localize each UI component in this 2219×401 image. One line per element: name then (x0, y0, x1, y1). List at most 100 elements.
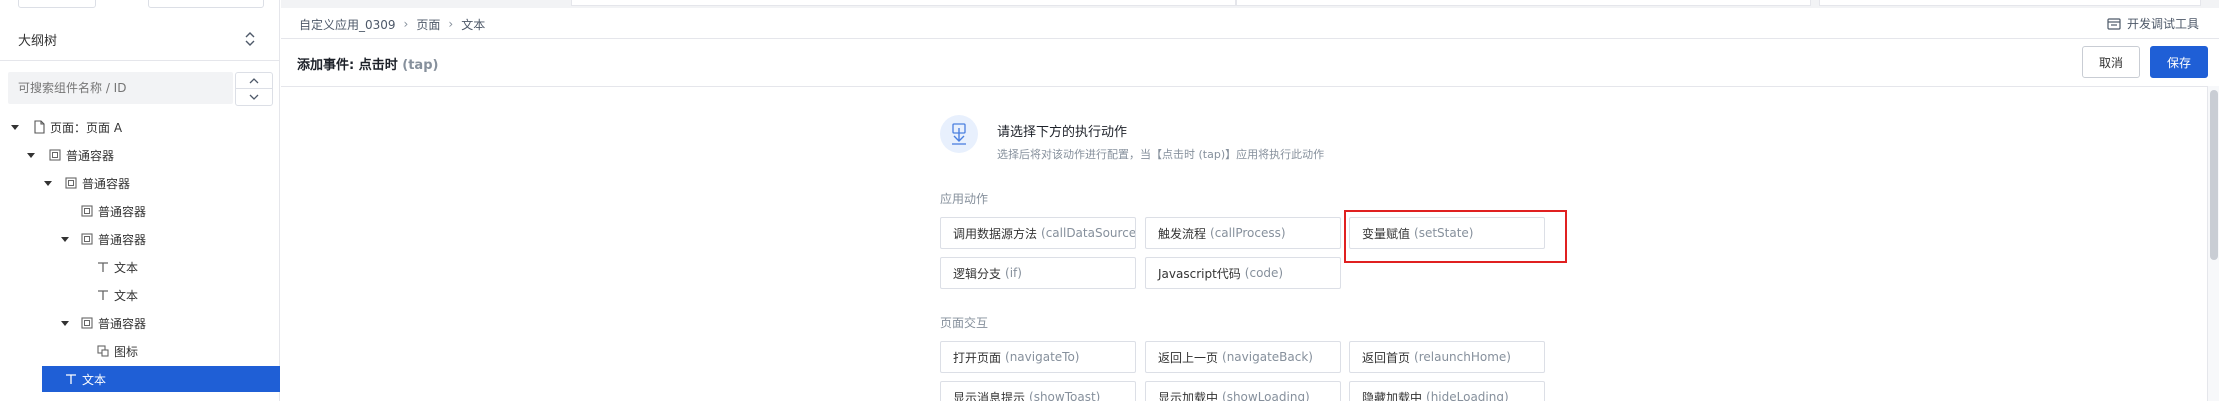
action-button[interactable]: 显示消息提示 (showToast) (940, 381, 1136, 401)
tree-node[interactable]: 普通容器 (0, 142, 280, 168)
action-code: (callDataSource) (1041, 226, 1136, 240)
action-code: (callProcess) (1210, 226, 1286, 240)
icon-component-icon (97, 345, 109, 357)
action-name: 触发流程 (1158, 226, 1207, 241)
action-code: (if) (1005, 266, 1022, 280)
breadcrumb-item-app[interactable]: 自定义应用_0309 (299, 16, 396, 33)
breadcrumb-separator-icon: › (448, 17, 454, 31)
outline-header: 大纲树 (0, 24, 280, 54)
caret-down-icon[interactable] (60, 318, 70, 328)
cancel-button[interactable]: 取消 (2082, 46, 2140, 78)
top-tab-1[interactable] (571, 0, 1236, 6)
page-icon (34, 120, 45, 134)
devtools-label: 开发调试工具 (2126, 17, 2199, 31)
action-button[interactable]: 逻辑分支 (if) (940, 257, 1136, 289)
tree-node-label: 普通容器 (98, 317, 147, 331)
expand-collapse-icon[interactable] (242, 30, 258, 48)
action-button[interactable]: 触发流程 (callProcess) (1145, 217, 1341, 249)
tree-node-label: 文本 (114, 261, 139, 275)
tree-node-label: 文本 (82, 373, 107, 387)
caret-down-icon[interactable] (43, 178, 53, 188)
tree-node-label: 页面：页面 A (50, 121, 123, 135)
container-icon (49, 149, 61, 161)
tree-node-label: 文本 (114, 289, 139, 303)
top-tab-strip (281, 0, 2219, 8)
action-button[interactable]: 显示加载中 (showLoading) (1145, 381, 1341, 401)
tree-node[interactable]: 图标 (0, 338, 280, 364)
action-code: (navigateTo) (1005, 350, 1080, 364)
tree-node[interactable]: 普通容器 (0, 170, 280, 196)
tree-node[interactable]: 普通容器 (0, 226, 280, 252)
action-name: 隐藏加载中 (1362, 390, 1423, 401)
scrollbar[interactable] (2207, 86, 2219, 401)
action-button[interactable]: Javascript代码 (code) (1145, 257, 1341, 289)
hint-subtitle: 选择后将对该动作进行配置，当【点击时 (tap)】应用将执行此动作 (997, 148, 1325, 161)
caret-down-icon[interactable] (60, 234, 70, 244)
devtools-icon (2107, 17, 2121, 30)
hint-icon-circle (940, 115, 978, 153)
action-code: (navigateBack) (1222, 350, 1313, 364)
app-root: 大纲树 页面：页面 A普通容器普通容器普通容器普通容器文本文本普通容器图标文本 (0, 0, 2219, 401)
stepper-down[interactable] (236, 89, 272, 105)
outline-top-button-2[interactable] (148, 0, 264, 8)
highlight-box (1344, 210, 1567, 263)
breadcrumb-item-current: 文本 (461, 17, 486, 32)
dialog-title: 添加事件: 点击时 (tap) (297, 54, 438, 73)
dialog-header-divider (281, 86, 2211, 87)
main-area: 自定义应用_0309 › 页面 › 文本 开发调试工具 添加事件: 点击时 (t… (281, 0, 2219, 401)
top-tab-3[interactable] (1819, 0, 2201, 6)
top-tab-2[interactable] (1236, 0, 1811, 6)
caret-down-icon[interactable] (26, 150, 36, 160)
devtools-button[interactable]: 开发调试工具 (2107, 15, 2199, 32)
dialog-title-tag: (tap) (402, 58, 439, 73)
caret-down-icon[interactable] (10, 122, 20, 132)
outline-top-strip (0, 0, 280, 10)
action-button[interactable]: 打开页面 (navigateTo) (940, 341, 1136, 373)
text-icon (98, 290, 108, 300)
hint-title: 请选择下方的执行动作 (997, 125, 1128, 140)
action-name: 逻辑分支 (953, 266, 1002, 281)
save-button[interactable]: 保存 (2150, 46, 2208, 78)
scrollbar-thumb[interactable] (2210, 90, 2218, 260)
header-divider (281, 38, 2219, 39)
dialog-title-text: 添加事件: 点击时 (297, 58, 398, 73)
outline-panel: 大纲树 页面：页面 A普通容器普通容器普通容器普通容器文本文本普通容器图标文本 (0, 0, 280, 401)
chevron-up-icon (249, 78, 259, 84)
tree-node[interactable]: 文本 (0, 282, 280, 308)
tree-node[interactable]: 文本 (42, 366, 280, 392)
action-code: (showToast) (1029, 390, 1101, 401)
breadcrumb-item-page[interactable]: 页面 (416, 16, 440, 33)
action-button[interactable]: 隐藏加载中 (hideLoading) (1349, 381, 1545, 401)
outline-divider (0, 60, 280, 61)
action-name: 返回上一页 (1158, 350, 1219, 365)
action-name: 打开页面 (953, 350, 1002, 365)
tree-node[interactable]: 普通容器 (0, 198, 280, 224)
search-stepper[interactable] (235, 72, 273, 106)
action-code: (showLoading) (1222, 390, 1310, 401)
action-button[interactable]: 调用数据源方法 (callDataSource) (940, 217, 1136, 249)
outline-top-button-1[interactable] (18, 0, 96, 8)
container-icon (81, 205, 93, 217)
action-name: 显示消息提示 (953, 390, 1026, 401)
action-button[interactable]: 返回首页 (relaunchHome) (1349, 341, 1545, 373)
action-code: (hideLoading) (1426, 390, 1509, 401)
chevron-down-icon (249, 94, 259, 100)
text-icon (98, 262, 108, 272)
download-arrow-icon (952, 123, 966, 145)
stepper-up[interactable] (236, 73, 272, 89)
tree-node[interactable]: 普通容器 (0, 310, 280, 336)
tree-node-label: 普通容器 (82, 177, 131, 191)
tree-node[interactable]: 文本 (0, 254, 280, 280)
action-name: 返回首页 (1362, 350, 1411, 365)
tree-node-label: 普通容器 (98, 205, 147, 219)
action-code: (code) (1244, 266, 1284, 280)
tree-node[interactable]: 页面：页面 A (0, 114, 280, 140)
action-button[interactable]: 返回上一页 (navigateBack) (1145, 341, 1341, 373)
tree-node-label: 普通容器 (66, 149, 115, 163)
container-icon (81, 317, 93, 329)
section-label: 应用动作 (940, 192, 989, 206)
action-name: 显示加载中 (1158, 390, 1219, 401)
outline-search-input[interactable] (8, 72, 233, 104)
action-name: Javascript代码 (1158, 266, 1241, 281)
container-icon (65, 177, 77, 189)
